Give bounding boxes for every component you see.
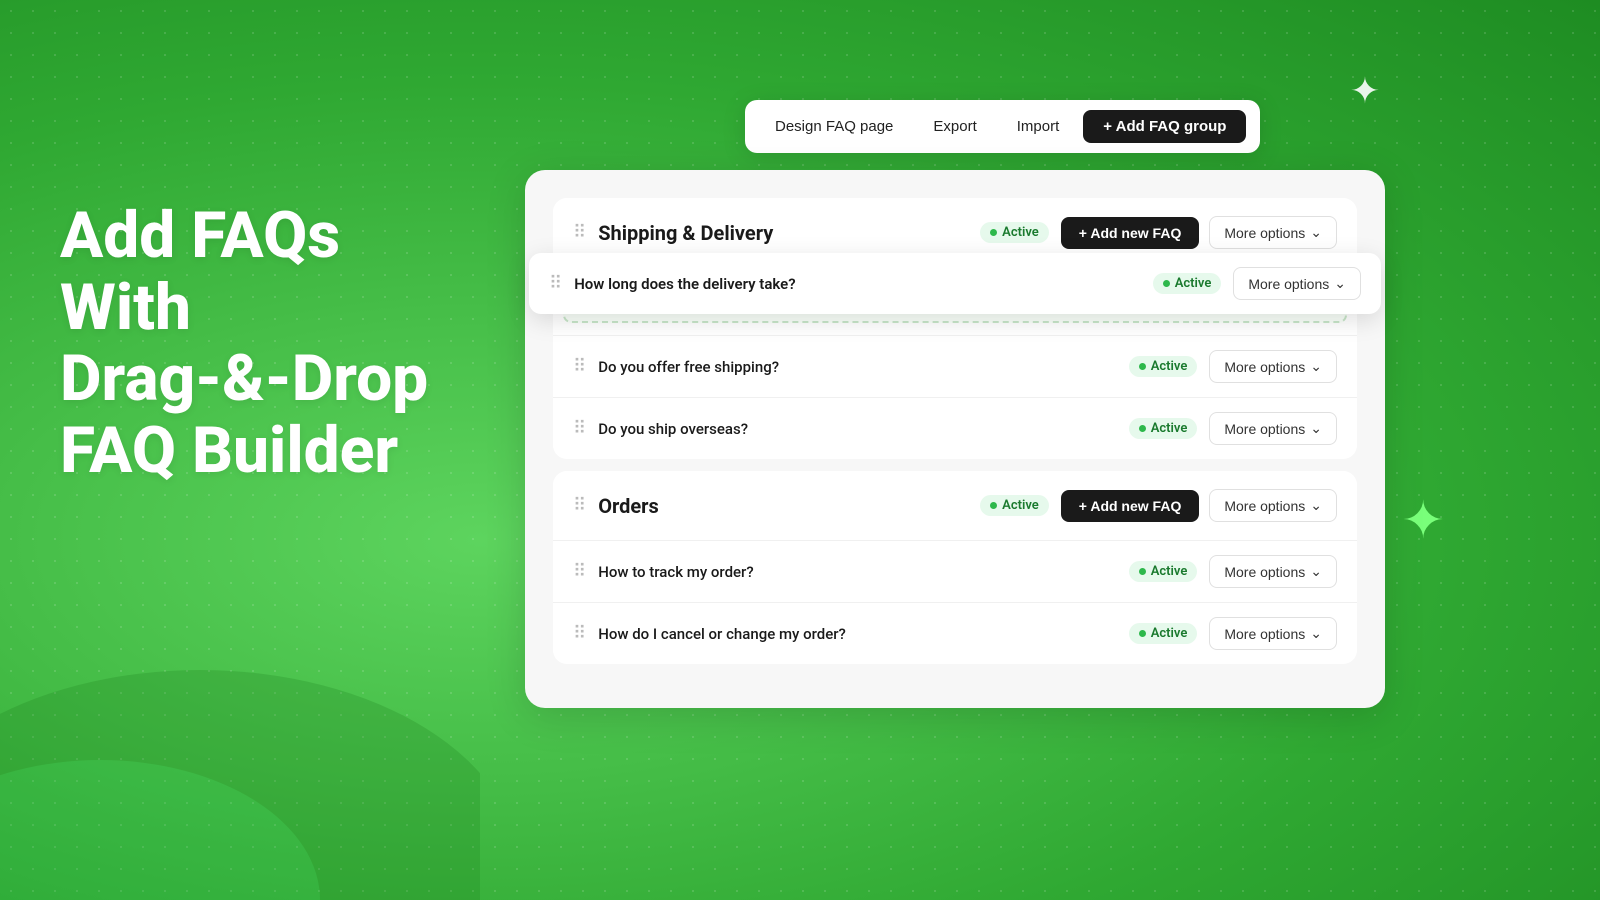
faq-question-track-order: How to track my order? xyxy=(598,563,1117,581)
badge-dot-overseas xyxy=(1139,425,1146,432)
status-badge-orders: Active xyxy=(980,495,1049,516)
drag-handle-shipping[interactable]: ⠿ xyxy=(573,224,586,242)
hero-text: Add FAQs With Drag-&-Drop FAQ Builder xyxy=(60,200,428,487)
status-badge-overseas: Active xyxy=(1129,418,1198,439)
badge-label-cancel-order: Active xyxy=(1151,626,1188,641)
badge-dot-cancel-order xyxy=(1139,630,1146,637)
sparkle-top-icon: ✦ xyxy=(1350,70,1380,112)
group-actions-orders: + Add new FAQ More options ⌄ xyxy=(1061,489,1337,522)
more-options-track-order-label: More options xyxy=(1224,564,1305,580)
chevron-down-icon-cancel-order: ⌄ xyxy=(1310,625,1322,642)
toolbar: Design FAQ page Export Import + Add FAQ … xyxy=(745,100,1260,153)
more-options-free-shipping-label: More options xyxy=(1224,359,1305,375)
faq-question-delivery: How long does the delivery take? xyxy=(574,275,1141,293)
chevron-down-icon-overseas: ⌄ xyxy=(1310,420,1322,437)
faq-group-orders: ⠿ Orders Active + Add new FAQ More optio… xyxy=(553,471,1357,664)
group-actions-shipping: + Add new FAQ More options ⌄ xyxy=(1061,216,1337,249)
badge-dot-orders xyxy=(990,502,997,509)
faq-question-cancel-order: How do I cancel or change my order? xyxy=(598,625,1117,643)
faq-panel: ⠿ Shipping & Delivery Active + Add new F… xyxy=(525,170,1385,708)
more-options-orders-label: More options xyxy=(1224,498,1305,514)
more-options-delivery-label: More options xyxy=(1248,276,1329,292)
status-badge-free-shipping: Active xyxy=(1129,356,1198,377)
add-new-faq-orders-button[interactable]: + Add new FAQ xyxy=(1061,490,1200,522)
drag-handle-cancel-order[interactable]: ⠿ xyxy=(573,625,586,643)
hero-line4: FAQ Builder xyxy=(60,415,428,487)
add-new-faq-shipping-button[interactable]: + Add new FAQ xyxy=(1061,217,1200,249)
badge-label-free-shipping: Active xyxy=(1151,359,1188,374)
more-options-free-shipping-button[interactable]: More options ⌄ xyxy=(1209,350,1337,383)
badge-label-shipping: Active xyxy=(1002,225,1039,240)
faq-group-orders-header: ⠿ Orders Active + Add new FAQ More optio… xyxy=(553,471,1357,540)
add-faq-group-button[interactable]: + Add FAQ group xyxy=(1083,110,1246,143)
badge-dot-track-order xyxy=(1139,568,1146,575)
badge-dot-free-shipping xyxy=(1139,363,1146,370)
design-faq-page-button[interactable]: Design FAQ page xyxy=(759,112,909,141)
sparkle-bottom-icon: ✦ xyxy=(1401,490,1445,551)
chevron-down-icon-orders: ⌄ xyxy=(1310,497,1322,514)
faq-question-overseas: Do you ship overseas? xyxy=(598,420,1117,438)
badge-dot-delivery xyxy=(1163,280,1170,287)
status-badge-cancel-order: Active xyxy=(1129,623,1198,644)
more-options-overseas-label: More options xyxy=(1224,421,1305,437)
more-options-orders-button[interactable]: More options ⌄ xyxy=(1209,489,1337,522)
status-badge-shipping: Active xyxy=(980,222,1049,243)
faq-group-shipping: ⠿ Shipping & Delivery Active + Add new F… xyxy=(553,198,1357,459)
faq-item-overseas: ⠿ Do you ship overseas? Active More opti… xyxy=(553,397,1357,459)
faq-item-dragging: ⠿ How long does the delivery take? Activ… xyxy=(529,253,1381,314)
faq-question-free-shipping: Do you offer free shipping? xyxy=(598,358,1117,376)
chevron-down-icon-delivery: ⌄ xyxy=(1334,275,1346,292)
drag-handle-orders[interactable]: ⠿ xyxy=(573,497,586,515)
more-options-shipping-button[interactable]: More options ⌄ xyxy=(1209,216,1337,249)
badge-label-overseas: Active xyxy=(1151,421,1188,436)
chevron-down-icon-shipping: ⌄ xyxy=(1310,224,1322,241)
chevron-down-icon-free-shipping: ⌄ xyxy=(1310,358,1322,375)
hero-line2: With xyxy=(60,272,428,344)
more-options-delivery-button[interactable]: More options ⌄ xyxy=(1233,267,1361,300)
drag-handle-track-order[interactable]: ⠿ xyxy=(573,563,586,581)
drag-handle-delivery[interactable]: ⠿ xyxy=(549,275,562,293)
faq-item-cancel-order: ⠿ How do I cancel or change my order? Ac… xyxy=(553,602,1357,664)
group-title-orders: Orders xyxy=(598,494,968,518)
more-options-cancel-order-label: More options xyxy=(1224,626,1305,642)
hero-line3: Drag-&-Drop xyxy=(60,343,428,415)
more-options-overseas-button[interactable]: More options ⌄ xyxy=(1209,412,1337,445)
deco-wave xyxy=(0,550,480,900)
faq-items-shipping: ⠿ Do you offer free shipping? Active Mor… xyxy=(553,335,1357,459)
hero-line1: Add FAQs xyxy=(60,200,428,272)
badge-label-delivery: Active xyxy=(1175,276,1212,291)
more-options-track-order-button[interactable]: More options ⌄ xyxy=(1209,555,1337,588)
export-button[interactable]: Export xyxy=(917,112,992,141)
drag-handle-free-shipping[interactable]: ⠿ xyxy=(573,358,586,376)
badge-label-orders: Active xyxy=(1002,498,1039,513)
badge-dot-shipping xyxy=(990,229,997,236)
faq-items-orders: ⠿ How to track my order? Active More opt… xyxy=(553,540,1357,664)
import-button[interactable]: Import xyxy=(1001,112,1076,141)
more-options-cancel-order-button[interactable]: More options ⌄ xyxy=(1209,617,1337,650)
status-badge-track-order: Active xyxy=(1129,561,1198,582)
group-title-shipping: Shipping & Delivery xyxy=(598,221,968,245)
more-options-shipping-label: More options xyxy=(1224,225,1305,241)
chevron-down-icon-track-order: ⌄ xyxy=(1310,563,1322,580)
status-badge-delivery: Active xyxy=(1153,273,1222,294)
badge-label-track-order: Active xyxy=(1151,564,1188,579)
faq-item-track-order: ⠿ How to track my order? Active More opt… xyxy=(553,540,1357,602)
drag-handle-overseas[interactable]: ⠿ xyxy=(573,420,586,438)
faq-item-free-shipping: ⠿ Do you offer free shipping? Active Mor… xyxy=(553,335,1357,397)
